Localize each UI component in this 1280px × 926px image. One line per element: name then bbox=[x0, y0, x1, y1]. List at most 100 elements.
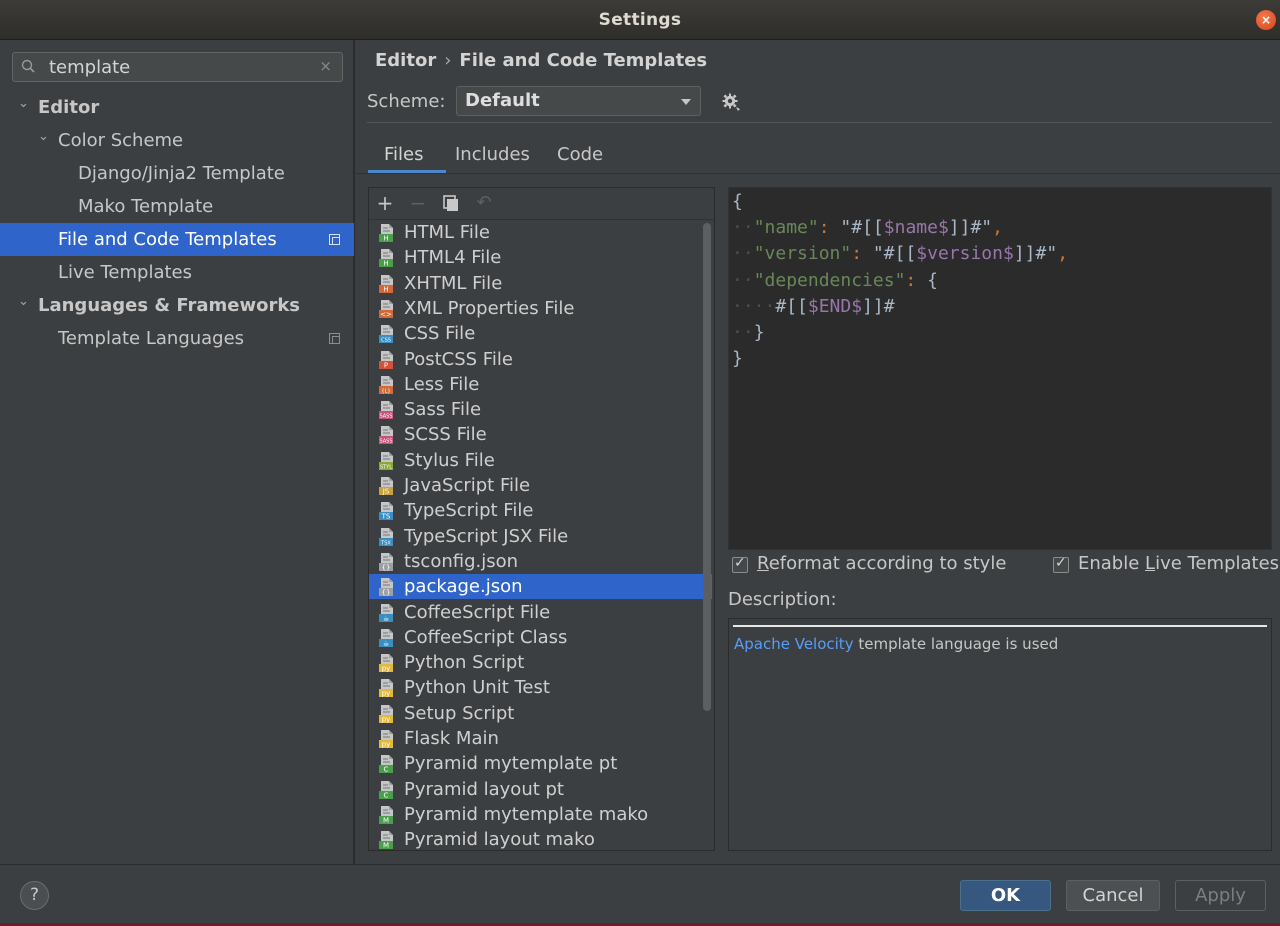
template-row[interactable]: SASS SCSS File bbox=[369, 422, 714, 447]
copy-template-icon[interactable] bbox=[441, 193, 461, 213]
template-row[interactable]: TSX TypeScript JSX File bbox=[369, 524, 714, 549]
list-scrollbar[interactable] bbox=[703, 223, 711, 711]
ok-button[interactable]: OK bbox=[960, 880, 1051, 911]
gear-icon[interactable] bbox=[721, 92, 741, 112]
svg-text:py: py bbox=[382, 665, 391, 673]
template-name: Pyramid layout mako bbox=[404, 829, 595, 851]
reformat-label[interactable]: Reformat according to style bbox=[757, 553, 1006, 574]
sidebar-item-label: Template Languages bbox=[58, 328, 245, 349]
add-template-button[interactable]: + bbox=[375, 193, 395, 213]
template-row[interactable]: py Setup Script bbox=[369, 701, 714, 726]
template-row[interactable]: {} tsconfig.json bbox=[369, 549, 714, 574]
template-row[interactable]: C Pyramid layout pt bbox=[369, 777, 714, 802]
template-row[interactable]: M Pyramid layout mako bbox=[369, 827, 714, 851]
svg-text:py: py bbox=[382, 741, 391, 749]
template-row[interactable]: H HTML File bbox=[369, 220, 714, 245]
description-panel: Apache Velocity template language is use… bbox=[728, 618, 1272, 851]
template-row[interactable]: JS JavaScript File bbox=[369, 473, 714, 498]
chevron-down-icon[interactable]: ⌄ bbox=[38, 120, 52, 153]
help-button[interactable]: ? bbox=[20, 881, 49, 910]
template-row[interactable]: TS TypeScript File bbox=[369, 498, 714, 523]
reformat-checkbox[interactable] bbox=[732, 555, 748, 573]
clear-search-icon[interactable]: × bbox=[319, 57, 332, 75]
file-type-icon: JS bbox=[379, 477, 393, 495]
template-row[interactable]: {} package.json bbox=[369, 574, 712, 600]
svg-text:H: H bbox=[383, 285, 388, 293]
file-type-icon: TS bbox=[379, 502, 393, 521]
file-type-icon: CSS bbox=[379, 325, 393, 344]
chevron-down-icon[interactable]: ⌄ bbox=[18, 285, 32, 318]
template-row[interactable]: {L} Less File bbox=[369, 372, 714, 397]
apache-velocity-link[interactable]: Apache Velocity bbox=[734, 635, 854, 653]
window-title: Settings bbox=[598, 10, 682, 30]
file-type-icon: py bbox=[379, 679, 393, 698]
template-row[interactable]: SASS Sass File bbox=[369, 397, 714, 422]
sidebar-item-django-jinja2-template[interactable]: Django/Jinja2 Template bbox=[0, 157, 354, 190]
sidebar-item-file-and-code-templates[interactable]: File and Code Templates bbox=[0, 223, 354, 256]
sidebar-item-editor[interactable]: ⌄ Editor bbox=[0, 91, 354, 124]
title-bar: Settings × bbox=[0, 0, 1280, 40]
file-type-icon: py bbox=[379, 730, 393, 749]
sidebar-item-color-scheme[interactable]: ⌄ Color Scheme bbox=[0, 124, 354, 157]
tab-code[interactable]: Code bbox=[557, 144, 603, 165]
template-name: Pyramid mytemplate pt bbox=[404, 753, 618, 775]
sidebar-item-label: Live Templates bbox=[58, 262, 192, 283]
sidebar-item-template-languages[interactable]: Template Languages bbox=[0, 322, 354, 355]
apply-button[interactable]: Apply bbox=[1175, 880, 1266, 911]
svg-text:SASS: SASS bbox=[379, 439, 392, 445]
scheme-dropdown[interactable]: Default bbox=[456, 86, 701, 116]
code-line: ··"name": "#[[$name$]]#", bbox=[732, 217, 1003, 239]
chevron-down-icon[interactable]: ⌄ bbox=[18, 87, 32, 120]
tab-includes[interactable]: Includes bbox=[455, 144, 530, 165]
template-name: Pyramid layout pt bbox=[404, 778, 564, 800]
template-name: TypeScript File bbox=[404, 500, 534, 522]
template-row[interactable]: STYL Stylus File bbox=[369, 448, 714, 473]
cancel-button[interactable]: Cancel bbox=[1066, 880, 1160, 911]
template-name: Setup Script bbox=[404, 702, 515, 724]
template-row[interactable]: C Pyramid mytemplate pt bbox=[369, 751, 714, 776]
template-name: CSS File bbox=[404, 323, 476, 345]
template-row[interactable]: py Python Script bbox=[369, 650, 714, 675]
template-row[interactable]: M Pyramid mytemplate mako bbox=[369, 802, 714, 827]
template-row[interactable]: py Flask Main bbox=[369, 726, 714, 751]
search-icon bbox=[21, 59, 35, 73]
file-type-icon: py bbox=[379, 704, 393, 723]
template-name: PostCSS File bbox=[404, 348, 513, 370]
sidebar-item-languages-frameworks[interactable]: ⌄ Languages & Frameworks bbox=[0, 289, 354, 322]
enable-live-templates-label[interactable]: Enable Live Templates bbox=[1078, 553, 1279, 574]
template-row[interactable]: <> XML Properties File bbox=[369, 296, 714, 321]
window-close-button[interactable]: × bbox=[1256, 10, 1276, 30]
template-editor[interactable]: {··"name": "#[[$name$]]#", ··"version": "… bbox=[728, 187, 1272, 550]
description-rule bbox=[733, 625, 1267, 627]
enable-live-templates-checkbox[interactable] bbox=[1053, 555, 1069, 573]
template-list: + − ↶ H HTML File H HTML4 File H XHTML File <>… bbox=[368, 187, 715, 851]
template-row[interactable]: H XHTML File bbox=[369, 271, 714, 296]
template-row[interactable]: ☕ CoffeeScript File bbox=[369, 600, 714, 625]
template-row[interactable]: ☕ CoffeeScript Class bbox=[369, 625, 714, 650]
template-row[interactable]: py Python Unit Test bbox=[369, 675, 714, 700]
divider bbox=[367, 122, 1272, 123]
tabs-divider bbox=[355, 173, 1280, 174]
settings-search: × bbox=[12, 52, 343, 82]
file-type-icon: H bbox=[379, 274, 393, 293]
template-row[interactable]: P PostCSS File bbox=[369, 347, 714, 372]
template-name: package.json bbox=[404, 576, 523, 598]
template-name: Stylus File bbox=[404, 449, 495, 471]
template-name: XML Properties File bbox=[404, 297, 575, 319]
sidebar-item-label: Color Scheme bbox=[58, 130, 184, 151]
sidebar-item-live-templates[interactable]: Live Templates bbox=[0, 256, 354, 289]
sidebar-item-mako-template[interactable]: Mako Template bbox=[0, 190, 354, 223]
tab-files[interactable]: Files bbox=[384, 144, 424, 165]
project-copy-icon bbox=[329, 234, 340, 245]
template-row[interactable]: H HTML4 File bbox=[369, 245, 714, 270]
breadcrumb-parent[interactable]: Editor bbox=[375, 50, 436, 71]
remove-template-button[interactable]: − bbox=[408, 193, 428, 213]
template-row[interactable]: CSS CSS File bbox=[369, 321, 714, 346]
svg-text:py: py bbox=[382, 715, 391, 723]
template-name: Pyramid mytemplate mako bbox=[404, 803, 649, 825]
svg-text:<>: <> bbox=[380, 310, 392, 318]
reset-template-button[interactable]: ↶ bbox=[474, 193, 494, 213]
scheme-label: Scheme: bbox=[367, 91, 446, 112]
search-input[interactable] bbox=[49, 56, 309, 78]
code-line: ··} bbox=[732, 322, 765, 343]
